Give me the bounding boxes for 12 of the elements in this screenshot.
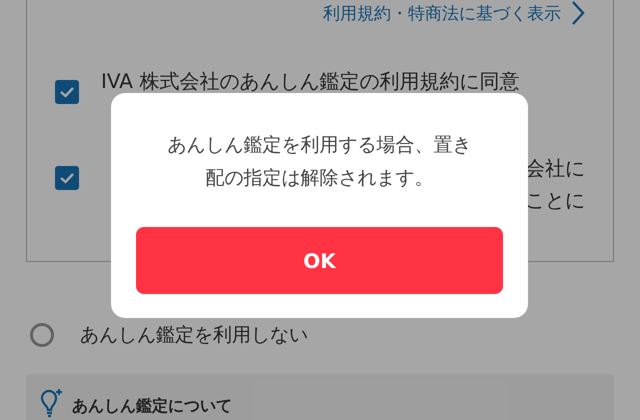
terms-link[interactable]: 利用規約・特商法に基づく表示 — [323, 2, 561, 24]
ok-button[interactable]: OK — [136, 227, 503, 294]
radio-label: あんしん鑑定を利用しない — [80, 323, 308, 348]
radio-button[interactable] — [30, 323, 54, 347]
lightbulb-icon — [38, 388, 64, 418]
dialog-message: あんしん鑑定を利用する場合、置き配の指定は解除されます。 — [166, 133, 472, 191]
consent-text: ことに — [525, 187, 585, 214]
consent-text: IVA 株式会社のあんしん鑑定の利用規約に同意 — [101, 68, 520, 95]
chevron-right-icon — [571, 0, 585, 26]
checkbox[interactable] — [55, 166, 79, 190]
panel-title: あんしん鑑定について — [72, 396, 232, 417]
checkbox[interactable] — [55, 80, 79, 104]
